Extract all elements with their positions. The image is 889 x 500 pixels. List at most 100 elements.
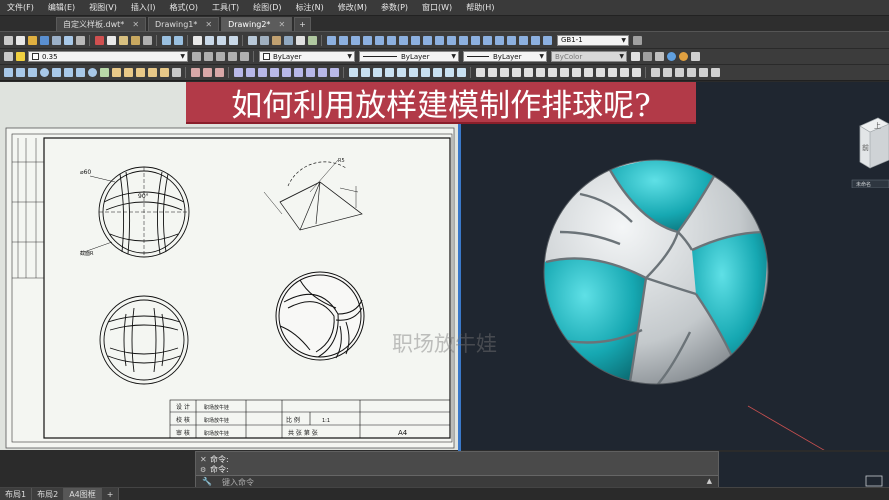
markup-icon[interactable] <box>295 35 305 45</box>
calculator-icon[interactable] <box>307 35 317 45</box>
ucs-y-icon[interactable] <box>595 68 605 77</box>
move-3d-icon[interactable] <box>233 68 243 77</box>
ucs-z-icon[interactable] <box>607 68 617 77</box>
thicken-icon[interactable] <box>305 68 315 77</box>
menu-window[interactable]: 窗口(W) <box>415 2 459 13</box>
lineweight-select[interactable]: ByLayer ▼ <box>463 51 547 62</box>
layer-manager-icon[interactable] <box>3 52 13 61</box>
sheet-set-icon[interactable] <box>283 35 293 45</box>
view-right-icon[interactable] <box>384 68 394 77</box>
ucs-previous-icon[interactable] <box>499 68 509 77</box>
loft-icon[interactable] <box>159 68 169 77</box>
layer-off-icon[interactable] <box>227 52 237 61</box>
menu-view[interactable]: 视图(V) <box>82 2 124 13</box>
torus-icon[interactable] <box>87 68 97 77</box>
command-window[interactable]: ✕ ⚙ 命令: 命令: 🔧 键入命令 ▲ <box>195 451 719 489</box>
dim-space-icon[interactable] <box>446 35 456 45</box>
cylinder-icon[interactable] <box>51 68 61 77</box>
add-layout-button[interactable]: + <box>101 488 120 500</box>
layer-previous-icon[interactable] <box>203 52 213 61</box>
flatshot-icon[interactable] <box>329 68 339 77</box>
dim-break-icon[interactable] <box>458 35 468 45</box>
menu-format[interactable]: 格式(O) <box>162 2 205 13</box>
menu-file[interactable]: 文件(F) <box>0 2 41 13</box>
copy-icon[interactable] <box>106 35 116 45</box>
menu-tools[interactable]: 工具(T) <box>205 2 246 13</box>
named-ucs-icon[interactable] <box>631 68 641 77</box>
save-icon[interactable] <box>39 35 49 45</box>
design-center-icon[interactable] <box>259 35 269 45</box>
make-current-icon[interactable] <box>191 52 201 61</box>
tolerance-icon[interactable] <box>470 35 480 45</box>
ucs-face-icon[interactable] <box>511 68 521 77</box>
preview-icon[interactable] <box>63 35 73 45</box>
presspull-icon[interactable] <box>123 68 133 77</box>
properties-icon[interactable] <box>247 35 257 45</box>
layer-iso-icon[interactable] <box>215 52 225 61</box>
dim-ordinate-icon[interactable] <box>362 35 372 45</box>
jogged-linear-icon[interactable] <box>506 35 516 45</box>
slice-icon[interactable] <box>293 68 303 77</box>
layout-tab-2[interactable]: 布局2 <box>32 488 65 500</box>
match-prop-icon[interactable] <box>130 35 140 45</box>
cone-icon[interactable] <box>63 68 73 77</box>
undo-icon[interactable] <box>161 35 171 45</box>
block-icon[interactable] <box>142 35 152 45</box>
sweep-icon[interactable] <box>135 68 145 77</box>
pyramid-icon[interactable] <box>75 68 85 77</box>
ucs-apply-icon[interactable] <box>619 68 629 77</box>
orbit-icon[interactable] <box>650 68 660 77</box>
polysolid-icon[interactable] <box>3 68 13 77</box>
ucs-icon[interactable] <box>475 68 485 77</box>
add-tab-button[interactable]: + <box>294 17 311 31</box>
layout-tab-a4[interactable]: A4图框 <box>64 488 102 500</box>
ucs-zaxis-icon[interactable] <box>559 68 569 77</box>
chevron-up-icon[interactable]: ▲ <box>707 477 712 485</box>
extrude-icon[interactable] <box>111 68 121 77</box>
walk-icon[interactable] <box>698 68 708 77</box>
camera-icon[interactable] <box>686 68 696 77</box>
view-bottom-icon[interactable] <box>360 68 370 77</box>
dim-edit-icon[interactable] <box>518 35 528 45</box>
cut-icon[interactable] <box>94 35 104 45</box>
dim-continue-icon[interactable] <box>434 35 444 45</box>
tool-palette-icon[interactable] <box>271 35 281 45</box>
dimstyle-select[interactable]: GB1-1 ▼ <box>557 34 629 46</box>
view-front-icon[interactable] <box>396 68 406 77</box>
view-top-icon[interactable] <box>348 68 358 77</box>
dim-linear-icon[interactable] <box>326 35 336 45</box>
quick-dim-icon[interactable] <box>410 35 420 45</box>
view-sw-iso-icon[interactable] <box>420 68 430 77</box>
menu-help[interactable]: 帮助(H) <box>459 2 501 13</box>
realistic-icon[interactable] <box>666 52 676 61</box>
sphere-icon[interactable] <box>39 68 49 77</box>
align-3d-icon[interactable] <box>257 68 267 77</box>
dim-arc-icon[interactable] <box>350 35 360 45</box>
visual-style-icon[interactable] <box>630 52 640 61</box>
center-mark-icon[interactable] <box>482 35 492 45</box>
linetype-select[interactable]: ByLayer ▼ <box>359 51 459 62</box>
array-3d-icon[interactable] <box>269 68 279 77</box>
paste-icon[interactable] <box>118 35 128 45</box>
model-viewport-3d[interactable] <box>460 82 889 479</box>
layer-lock-icon[interactable] <box>239 52 249 61</box>
menu-edit[interactable]: 编辑(E) <box>41 2 82 13</box>
publish-icon[interactable] <box>75 35 85 45</box>
menu-dimension[interactable]: 标注(N) <box>289 2 331 13</box>
dim-update-icon[interactable] <box>542 35 552 45</box>
ucs-3point-icon[interactable] <box>571 68 581 77</box>
wrench-icon[interactable]: 🔧 <box>202 477 212 486</box>
plot-icon[interactable] <box>51 35 61 45</box>
hidden-icon[interactable] <box>654 52 664 61</box>
layout-tab-1[interactable]: 布局1 <box>0 488 33 500</box>
inspect-icon[interactable] <box>494 35 504 45</box>
dimstyle-manager-icon[interactable] <box>632 35 642 45</box>
close-icon[interactable]: ✕ <box>200 455 207 464</box>
subtract-icon[interactable] <box>202 68 212 77</box>
visual-style-manager-icon[interactable] <box>690 52 700 61</box>
free-orbit-icon[interactable] <box>662 68 672 77</box>
tab-drawing1[interactable]: Drawing1* ✕ <box>148 17 220 31</box>
menu-modify[interactable]: 修改(M) <box>331 2 374 13</box>
revolve-icon[interactable] <box>147 68 157 77</box>
ucs-x-icon[interactable] <box>583 68 593 77</box>
